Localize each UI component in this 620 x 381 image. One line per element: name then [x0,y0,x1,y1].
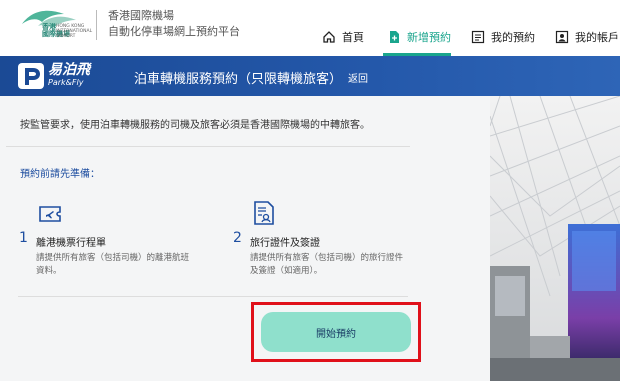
item-title: 旅行證件及簽證 [250,238,320,249]
back-link[interactable]: 返回 [348,70,368,85]
nav-new-booking-label: 新增預約 [407,31,451,44]
logo-en: HONG KONG INTERNATIONAL AIRPORT [56,24,93,39]
nav-my-bookings-label: 我的預約 [491,31,535,44]
item-desc: 請提供所有旅客（包括司機）的旅行證件 及簽證（如適用）。 [250,252,403,278]
airport-terminal-image [490,96,620,381]
account-icon [555,30,569,44]
add-document-icon [390,31,399,43]
item-number: 2 [233,230,242,246]
ticket-icon [39,206,61,222]
banner-title: 泊車轉機服務預約（只限轉機旅客） [134,72,343,87]
item-desc-line2: 資料。 [36,266,62,276]
item-number: 1 [19,230,28,246]
nav-my-account[interactable]: 我的帳戶 [555,22,619,52]
divider [96,10,97,40]
home-icon [323,31,335,43]
site-title-line1: 香港國際機場 [108,9,174,22]
brand-zh: 易泊飛 [48,62,90,78]
prep-title: 預約前請先準備： [20,169,100,180]
site-title-line2: 自動化停車場網上預約平台 [108,25,240,38]
item-desc: 請提供所有旅客（包括司機）的離港航班 資料。 [36,252,189,278]
page-banner: 易泊飛 Park&Fly 泊車轉機服務預約（只限轉機旅客） 返回 [0,56,620,96]
item-desc-line1: 請提供所有旅客（包括司機）的旅行證件 [250,253,404,263]
brand-en: Park&Fly [48,78,84,87]
item-desc-line1: 請提供所有旅客（包括司機）的離港航班 [36,253,190,263]
item-title: 離港機票行程單 [36,238,106,249]
nav-my-account-label: 我的帳戶 [575,31,619,44]
item-desc-line2: 及簽證（如適用）。 [250,266,323,276]
nav-home-label: 首頁 [342,31,364,44]
top-header: 香港 國際機場 HONG KONG INTERNATIONAL AIRPORT … [0,0,620,56]
nav-my-bookings[interactable]: 我的預約 [471,22,535,52]
list-icon [471,30,485,44]
regulatory-notice: 按監管要求，使用泊車轉機服務的司機及旅客必須是香港國際機場的中轉旅客。 [20,120,370,131]
nav-home[interactable]: 首頁 [322,22,364,52]
document-id-icon [254,201,274,225]
start-booking-button[interactable]: 開始預約 [261,312,411,352]
divider [18,296,408,297]
site-title: 香港國際機場 自動化停車場網上預約平台 [108,8,240,40]
nav-new-booking[interactable]: 新增預約 [387,22,451,52]
